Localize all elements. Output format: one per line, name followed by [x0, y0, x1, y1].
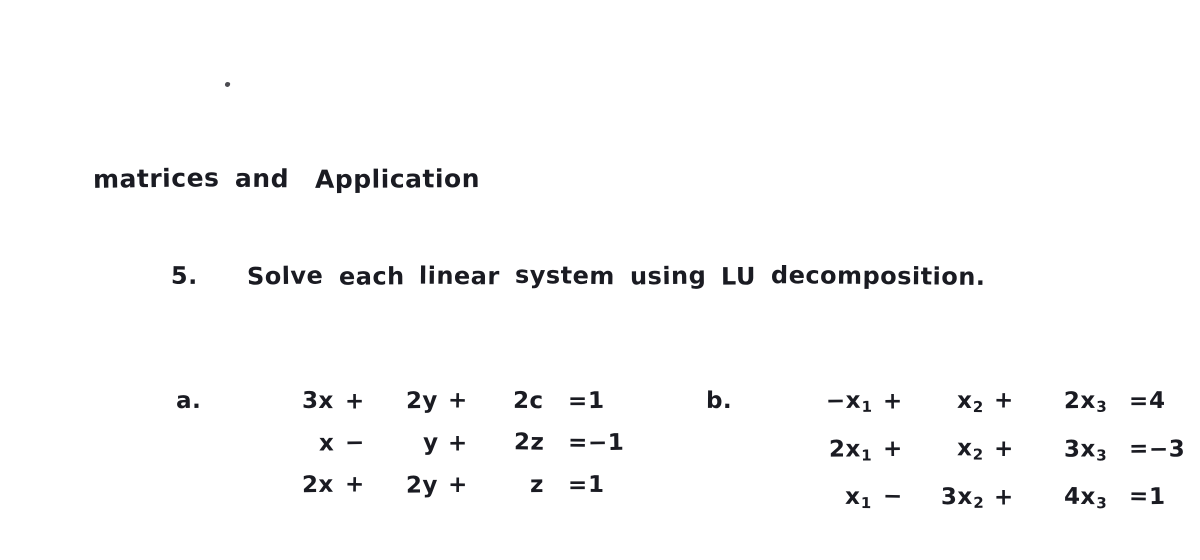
eq-b3-term2: 3x2: [941, 476, 985, 525]
eq-b3-term1: x1: [845, 476, 872, 524]
eq-b2-rhs: −3: [1148, 436, 1185, 463]
eq-b2-term2-subscript: 2: [972, 445, 985, 465]
eq-b1-equals: =: [1128, 388, 1149, 415]
eq-a3-term2: 2y: [406, 472, 439, 499]
eq-b3-term2-main: 3x: [940, 484, 973, 511]
equation-row: 2x + 2y + z = 1: [176, 464, 634, 506]
eq-a1-term3: 2c: [513, 387, 545, 415]
eq-b3-term1-subscript: 1: [861, 494, 873, 513]
eq-b1-term1-main: −x: [825, 387, 861, 415]
linear-system-a: a. 3x + 2y + 2c = 1 x − y + 2z = −1 2x +…: [176, 328, 634, 558]
problem-statement-row: 5. Solve each linear system using LU decomposit…: [136, 228, 986, 324]
eq-b2-op1: +: [882, 436, 903, 463]
eq-b2-term3: 3x3: [1064, 429, 1107, 477]
eq-b3-op1: −: [882, 483, 903, 511]
eq-a2-rhs: −1: [587, 429, 625, 457]
ink-smudge-mark: [224, 81, 231, 88]
statement-word-5: using: [629, 261, 707, 291]
eq-b2-op2: +: [993, 436, 1014, 463]
eq-a3-term1: 2x: [302, 471, 335, 499]
eq-b1-term2-main: x: [957, 387, 973, 415]
eq-b1-term3-main: 2x: [1064, 387, 1097, 415]
system-a-equations: a. 3x + 2y + 2c = 1 x − y + 2z = −1 2x +…: [176, 380, 634, 506]
statement-word-4: system: [514, 260, 616, 291]
eq-b1-term3: 2x3: [1064, 380, 1108, 429]
eq-b3-equals: =: [1128, 483, 1149, 511]
eq-a1-rhs: 1: [587, 387, 605, 415]
eq-a3-term3: z: [529, 471, 545, 499]
eq-b1-term2: x2: [957, 380, 984, 428]
eq-b2-term3-subscript: 3: [1096, 446, 1108, 465]
eq-b1-rhs: 4: [1148, 387, 1166, 415]
eq-b3-term1-main: x: [845, 484, 861, 511]
statement-word-1: Solve: [247, 261, 324, 291]
equation-row: a. 3x + 2y + 2c = 1: [176, 380, 634, 422]
eq-b3-term3-subscript: 3: [1096, 494, 1108, 513]
eq-b3-op2: +: [993, 484, 1014, 511]
eq-b2-equals: =: [1128, 436, 1149, 463]
eq-a1-term1: 3x: [302, 387, 335, 415]
title-word-3: Application: [315, 164, 481, 194]
linear-system-b: b. −x1 + x2 + 2x3 = 4 2x1 + x2 + 3x3 = −…: [706, 328, 1200, 560]
eq-b2-term1: 2x1: [829, 429, 872, 477]
eq-a2-term1: x: [318, 430, 335, 457]
title-word-2: and: [235, 163, 290, 194]
problem-number: 5.: [171, 261, 199, 290]
eq-b1-term1-subscript: 1: [861, 397, 873, 417]
eq-b3-term3: 4x3: [1064, 476, 1108, 525]
statement-word-2: each: [338, 262, 405, 291]
equation-row: b. −x1 + x2 + 2x3 = 4: [706, 380, 1200, 428]
eq-b2-term1-main: 2x: [828, 436, 861, 463]
eq-b1-op2: +: [993, 387, 1014, 414]
title-word-1: matrices: [92, 163, 220, 194]
eq-a1-op1: +: [345, 388, 365, 415]
system-a-label: a.: [175, 387, 202, 415]
statement-word-7: decomposition.: [771, 261, 986, 291]
eq-b1-term2-subscript: 2: [973, 398, 985, 417]
eq-a2-op2: +: [448, 430, 468, 457]
eq-a3-op1: +: [344, 471, 366, 498]
eq-b3-term3-main: 4x: [1064, 484, 1097, 511]
page-title: matrices and Application: [56, 131, 481, 227]
eq-a3-equals: =: [568, 472, 589, 499]
eq-b2-term2-main: x: [957, 435, 973, 462]
equation-row: x − y + 2z = −1: [176, 422, 634, 464]
statement-word-3: linear: [419, 261, 501, 291]
eq-a1-equals: =: [568, 388, 589, 415]
eq-b2-term3-main: 3x: [1064, 436, 1097, 463]
eq-a3-op2: +: [448, 471, 468, 499]
eq-a1-op2: +: [447, 387, 469, 414]
eq-a2-term3: 2z: [513, 429, 545, 456]
eq-a2-term2: y: [422, 429, 439, 457]
eq-a3-rhs: 1: [587, 471, 605, 499]
statement-word-6: LU: [721, 262, 757, 291]
eq-b2-term1-subscript: 1: [861, 446, 873, 465]
eq-b3-term2-subscript: 2: [973, 494, 985, 513]
equation-row: 2x1 + x2 + 3x3 = −3: [706, 428, 1200, 476]
system-b-label: b.: [705, 387, 733, 415]
equation-row: x1 − 3x2 + 4x3 = 1: [706, 476, 1200, 524]
eq-b2-term2: x2: [957, 427, 984, 476]
worksheet-page: matrices and Application 5. Solve each linear…: [0, 0, 1200, 560]
system-b-equations: b. −x1 + x2 + 2x3 = 4 2x1 + x2 + 3x3 = −…: [706, 380, 1200, 525]
eq-b1-op1: +: [882, 388, 903, 415]
eq-b1-term1: −x1: [825, 380, 872, 429]
eq-a2-op1: −: [344, 429, 366, 457]
eq-b1-term3-subscript: 3: [1096, 397, 1108, 417]
problem-statement-text: Solve each linear system using LU decompositio…: [247, 260, 986, 291]
eq-a2-equals: =: [568, 429, 589, 457]
eq-b3-rhs: 1: [1148, 484, 1166, 511]
eq-a1-term2: 2y: [405, 387, 439, 415]
